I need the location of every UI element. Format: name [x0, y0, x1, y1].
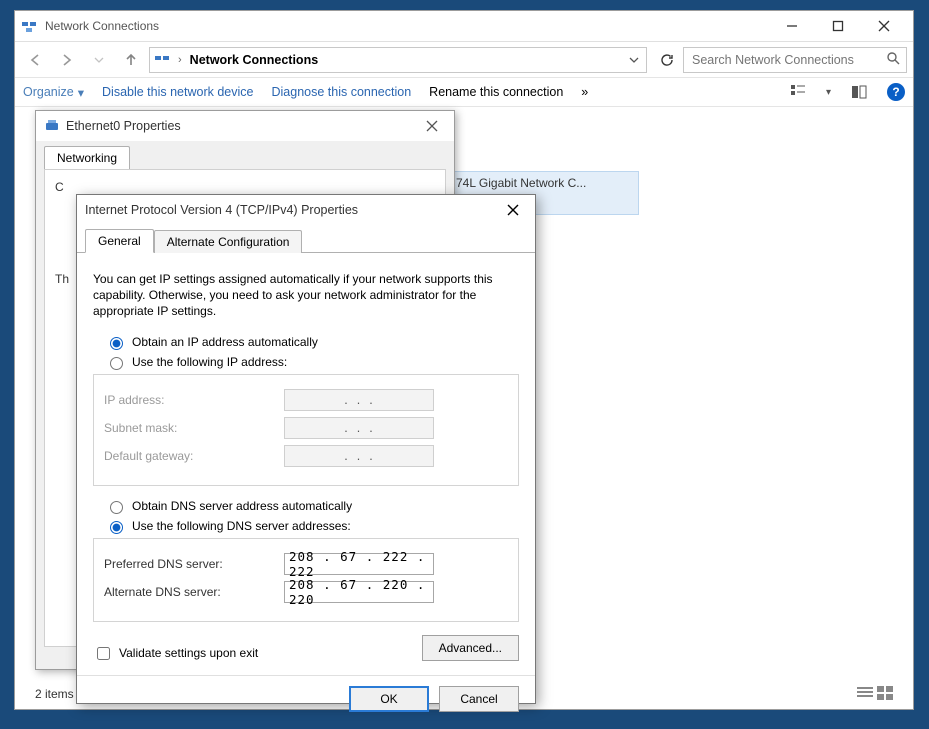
connect-using-label: C: [55, 180, 435, 194]
ethernet-dialog-close-button[interactable]: [418, 114, 446, 138]
chevron-down-icon[interactable]: ▾: [826, 87, 831, 98]
cancel-button[interactable]: Cancel: [439, 686, 519, 712]
subnet-mask-label: Subnet mask:: [104, 421, 284, 435]
validate-settings-label: Validate settings upon exit: [119, 646, 258, 660]
ipv4-properties-dialog: Internet Protocol Version 4 (TCP/IPv4) P…: [76, 194, 536, 704]
address-dropdown-icon[interactable]: [626, 52, 642, 68]
network-connections-icon: [21, 18, 37, 34]
radio-use-following-dns-input[interactable]: [110, 521, 123, 534]
search-box[interactable]: [683, 47, 907, 73]
help-button[interactable]: ?: [887, 83, 905, 101]
radio-obtain-ip-auto[interactable]: Obtain an IP address automatically: [105, 334, 519, 350]
radio-obtain-ip-auto-input[interactable]: [110, 337, 123, 350]
breadcrumb-separator-icon: ›: [176, 54, 184, 66]
preview-pane-button[interactable]: [849, 82, 869, 102]
ip-address-label: IP address:: [104, 393, 284, 407]
details-view-icon[interactable]: [857, 686, 873, 703]
location-icon: [154, 52, 170, 68]
ipv4-dialog-title: Internet Protocol Version 4 (TCP/IPv4) P…: [85, 203, 499, 217]
validate-settings-checkbox-row[interactable]: Validate settings upon exit: [93, 644, 258, 663]
radio-obtain-dns-auto[interactable]: Obtain DNS server address automatically: [105, 498, 519, 514]
alternate-dns-input[interactable]: 208 . 67 . 220 . 220: [284, 581, 434, 603]
maximize-button[interactable]: [815, 12, 861, 40]
radio-use-following-ip-label: Use the following IP address:: [132, 355, 287, 369]
status-item-count: 2 items: [35, 687, 74, 701]
back-button[interactable]: [21, 46, 49, 74]
radio-use-following-dns[interactable]: Use the following DNS server addresses:: [105, 518, 519, 534]
titlebar: Network Connections: [15, 11, 913, 41]
manual-ip-group: IP address: ... Subnet mask: ... Default…: [93, 374, 519, 486]
radio-use-following-dns-label: Use the following DNS server addresses:: [132, 519, 351, 533]
radio-obtain-dns-auto-label: Obtain DNS server address automatically: [132, 499, 352, 513]
tab-general[interactable]: General: [85, 229, 154, 253]
ipv4-intro-text: You can get IP settings assigned automat…: [93, 271, 519, 320]
default-gateway-input: ...: [284, 445, 434, 467]
organize-label: Organize: [23, 85, 74, 99]
close-button[interactable]: [861, 12, 907, 40]
default-gateway-label: Default gateway:: [104, 449, 284, 463]
ipv4-dialog-body: You can get IP settings assigned automat…: [77, 253, 535, 675]
ethernet-tabstrip: Networking: [36, 141, 454, 169]
tiles-view-icon[interactable]: [877, 686, 893, 703]
view-options-button[interactable]: [788, 82, 808, 102]
recent-dropdown-icon[interactable]: [85, 46, 113, 74]
preferred-dns-label: Preferred DNS server:: [104, 557, 284, 571]
radio-use-following-ip[interactable]: Use the following IP address:: [105, 354, 519, 370]
alternate-dns-label: Alternate DNS server:: [104, 585, 284, 599]
more-commands-button[interactable]: »: [581, 85, 588, 99]
refresh-button[interactable]: [655, 48, 679, 72]
command-bar: Organize ▾ Disable this network device D…: [15, 77, 913, 107]
minimize-button[interactable]: [769, 12, 815, 40]
ethernet-dialog-titlebar: Ethernet0 Properties: [36, 111, 454, 141]
tab-networking[interactable]: Networking: [44, 146, 130, 169]
preferred-dns-input[interactable]: 208 . 67 . 222 . 222: [284, 553, 434, 575]
radio-use-following-ip-input[interactable]: [110, 357, 123, 370]
ipv4-dialog-close-button[interactable]: [499, 198, 527, 222]
validate-settings-checkbox[interactable]: [97, 647, 110, 660]
ipv4-dialog-titlebar: Internet Protocol Version 4 (TCP/IPv4) P…: [77, 195, 535, 225]
advanced-button[interactable]: Advanced...: [422, 635, 519, 661]
ip-address-input: ...: [284, 389, 434, 411]
ethernet-dialog-title: Ethernet0 Properties: [66, 119, 418, 133]
subnet-mask-input: ...: [284, 417, 434, 439]
manual-dns-group: Preferred DNS server: 208 . 67 . 222 . 2…: [93, 538, 519, 622]
organize-menu[interactable]: Organize ▾: [23, 85, 84, 100]
radio-obtain-dns-auto-input[interactable]: [110, 501, 123, 514]
nav-bar: › Network Connections: [15, 41, 913, 77]
breadcrumb[interactable]: Network Connections: [190, 53, 319, 67]
search-input[interactable]: [690, 52, 880, 68]
ipv4-dialog-buttons: OK Cancel: [77, 675, 535, 722]
address-bar[interactable]: › Network Connections: [149, 47, 647, 73]
tab-alternate-configuration[interactable]: Alternate Configuration: [154, 230, 303, 253]
window-title: Network Connections: [45, 19, 769, 33]
ipv4-tabstrip: General Alternate Configuration: [77, 225, 535, 253]
chevron-down-icon: ▾: [78, 85, 84, 100]
forward-button[interactable]: [53, 46, 81, 74]
rename-connection-button[interactable]: Rename this connection: [429, 85, 563, 99]
adapter-icon: [44, 118, 60, 134]
diagnose-connection-button[interactable]: Diagnose this connection: [271, 85, 411, 99]
disable-device-button[interactable]: Disable this network device: [102, 85, 253, 99]
search-icon: [886, 51, 900, 68]
up-button[interactable]: [117, 46, 145, 74]
adapter-name: 74L Gigabit Network C...: [456, 176, 632, 190]
ok-button[interactable]: OK: [349, 686, 429, 712]
radio-obtain-ip-auto-label: Obtain an IP address automatically: [132, 335, 318, 349]
